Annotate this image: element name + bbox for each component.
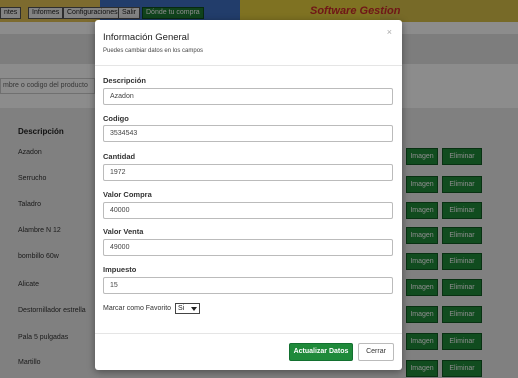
code-input[interactable]: 3534543 — [103, 125, 393, 142]
sale-price-label: Valor Venta — [103, 227, 144, 236]
sale-price-input[interactable]: 49000 — [103, 239, 393, 256]
favorite-select-value: Si — [178, 305, 185, 312]
code-label: Codigo — [103, 114, 129, 123]
modal-title: Información General — [103, 32, 190, 43]
purchase-price-label: Valor Compra — [103, 190, 152, 199]
close-button[interactable]: Cerrar — [358, 343, 394, 361]
modal-header: Información General Puedes cambiar datos… — [95, 20, 402, 66]
update-data-button[interactable]: Actualizar Datos — [289, 343, 353, 361]
favorite-select[interactable]: Si — [175, 303, 200, 314]
purchase-price-input[interactable]: 40000 — [103, 202, 393, 219]
quantity-input[interactable]: 1972 — [103, 164, 393, 181]
tax-label: Impuesto — [103, 265, 137, 274]
description-input[interactable]: Azadon — [103, 88, 393, 105]
description-label: Descripción — [103, 76, 146, 85]
tax-input[interactable]: 15 — [103, 277, 393, 294]
modal-footer: Actualizar Datos Cerrar — [95, 333, 402, 370]
chevron-down-icon — [191, 307, 197, 311]
close-icon[interactable]: × — [387, 27, 392, 37]
favorite-label: Marcar como Favorito — [103, 305, 172, 312]
modal-subtitle: Puedes cambiar datos en los campos — [103, 48, 204, 54]
edit-product-modal: Información General Puedes cambiar datos… — [95, 20, 402, 370]
quantity-label: Cantidad — [103, 152, 136, 161]
